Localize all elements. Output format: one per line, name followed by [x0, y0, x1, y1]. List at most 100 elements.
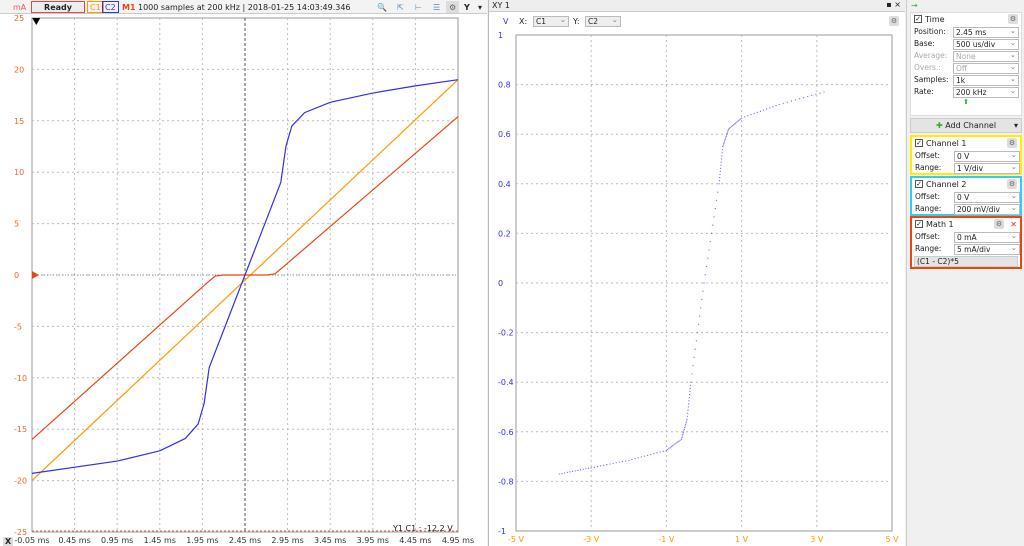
samples-select[interactable]: 1k: [953, 74, 1019, 86]
position-select[interactable]: 2.45 ms: [953, 26, 1019, 38]
range-label: Range:: [915, 244, 942, 253]
x-tick-label: 1.45 ms: [144, 536, 176, 545]
xy-point: [704, 274, 706, 276]
xy-point: [823, 91, 825, 93]
math-1-checkbox[interactable]: ✓: [915, 220, 923, 228]
close-icon[interactable]: ▪ ×: [886, 0, 901, 9]
channel-2-offset-select[interactable]: 0 V: [954, 191, 1020, 203]
math-1-range-select[interactable]: 5 mA/div: [954, 243, 1020, 255]
xy-point: [725, 137, 727, 139]
xy-point: [687, 409, 689, 411]
math-1-offset-select[interactable]: 0 mA: [954, 231, 1020, 243]
y-tick-label: 0.4: [498, 180, 511, 189]
time-gear-icon[interactable]: ⚙: [1008, 14, 1018, 24]
channel-1-range-select[interactable]: 1 V/div: [954, 162, 1020, 174]
channel-2-checkbox[interactable]: ✓: [915, 180, 923, 188]
time-checkbox[interactable]: ✓: [914, 15, 922, 23]
xy-point: [579, 469, 582, 471]
plus-icon: ✚: [935, 121, 943, 130]
channel-2-gear-icon[interactable]: ⚙: [1007, 179, 1017, 189]
overs-select[interactable]: Off: [953, 62, 1019, 74]
xy-point: [744, 116, 746, 118]
xy-settings-gear-icon[interactable]: ⚙: [889, 16, 899, 26]
channel-1-checkbox[interactable]: ✓: [915, 139, 923, 147]
xy-point: [668, 447, 670, 450]
xy-point: [687, 412, 689, 414]
xy-point: [807, 95, 809, 98]
xy-title: XY 1: [492, 1, 510, 10]
xy-point: [747, 115, 749, 117]
xy-point: [735, 122, 737, 124]
channel-2-range-select[interactable]: 200 mV/div: [954, 203, 1020, 215]
xy-point: [723, 143, 725, 145]
average-select[interactable]: None: [953, 50, 1019, 62]
xy-point: [719, 170, 721, 172]
time-chart[interactable]: -0.05 ms 0.45 ms 0.95 ms 1.45 ms 1.95 ms 2.45…: [0, 14, 487, 546]
xy-point: [701, 298, 703, 301]
xy-point: [697, 323, 700, 325]
base-select[interactable]: 500 us/div: [953, 38, 1019, 50]
remove-math-icon[interactable]: ✕: [1010, 218, 1017, 231]
xy-point: [561, 472, 563, 475]
run-status-button[interactable]: Ready: [31, 1, 85, 13]
add-channel-button[interactable]: ✚ Add Channel ▾: [910, 118, 1022, 133]
xy-point: [669, 447, 671, 449]
x-tick-label: 2.95 ms: [271, 536, 303, 545]
xy-point: [798, 98, 801, 100]
xy-point: [677, 441, 679, 443]
y-tick-label: 5: [14, 220, 19, 229]
xy-point: [756, 111, 758, 113]
y-tick-label: -15: [14, 425, 27, 434]
xy-point: [593, 466, 595, 468]
xy-point: [720, 161, 722, 163]
math-1-gear-icon[interactable]: ⚙: [994, 219, 1004, 229]
collapse-arrow-icon[interactable]: →: [911, 1, 918, 10]
xy-point: [696, 332, 699, 334]
x-tick-label: 0.95 ms: [101, 536, 133, 545]
xy-point: [819, 92, 821, 94]
xy-point: [603, 464, 605, 466]
xy-point: [606, 464, 608, 466]
math-formula-field[interactable]: (C1 - C2)*5: [914, 256, 1018, 267]
time-title: Time: [925, 15, 945, 24]
channel-1-group: ✓Channel 1 ⚙ Offset: 0 V Range: 1 V/div: [910, 135, 1022, 175]
xy-point: [585, 468, 587, 470]
x-source-select[interactable]: C1: [533, 15, 569, 27]
xy-point: [683, 430, 685, 432]
y-source-select[interactable]: C2: [585, 15, 621, 27]
xy-point: [686, 418, 688, 420]
offset-label: Offset:: [915, 232, 941, 241]
channel-1-gear-icon[interactable]: ⚙: [1007, 138, 1017, 148]
xy-point: [686, 415, 688, 417]
xy-point: [625, 460, 627, 462]
y-tick-label: -5: [14, 322, 22, 331]
x-tick-label: 0.45 ms: [58, 536, 90, 545]
y-axis-button[interactable]: Y: [461, 1, 473, 13]
xy-point: [720, 164, 722, 166]
measure-icon[interactable]: ☰: [430, 1, 443, 13]
cursor-icon[interactable]: ⇱: [394, 1, 407, 13]
time-group: ✓Time⚙ Position:2.45 ms Base:500 us/div …: [910, 12, 1022, 116]
x-axis-button[interactable]: X: [3, 537, 14, 546]
xy-point: [782, 102, 784, 104]
rate-label: Rate:: [914, 87, 934, 96]
y-dropdown-icon[interactable]: ▾: [475, 1, 485, 13]
xy-point: [724, 138, 726, 140]
x-tick-label: 1.95 ms: [186, 536, 218, 545]
align-icon[interactable]: ⊢: [412, 1, 425, 13]
y-tick-label: 15: [14, 117, 24, 126]
zoom-icon[interactable]: 🔍: [374, 1, 390, 13]
y-tick-label: 0.2: [498, 229, 511, 238]
xy-point: [728, 127, 731, 129]
y-tick-label: -10: [14, 374, 27, 383]
xy-point: [679, 439, 681, 441]
xy-point: [566, 471, 568, 474]
x-tick-label: -0.05 ms: [14, 536, 49, 545]
channel-1-offset-select[interactable]: 0 V: [954, 150, 1020, 162]
rate-select[interactable]: 200 kHz: [953, 86, 1019, 98]
settings-gear-icon[interactable]: ⚙: [446, 1, 460, 13]
c2-toggle[interactable]: C2: [102, 1, 119, 13]
xy-chart[interactable]: -5 V -3 V -1 V 1 V 3 V 5 V 1 0.8 0.6 0.4 0.2 0 -0.2 -…: [489, 28, 906, 546]
xy-point: [665, 449, 667, 451]
expand-arrow-icon[interactable]: ⬆: [911, 98, 1021, 106]
